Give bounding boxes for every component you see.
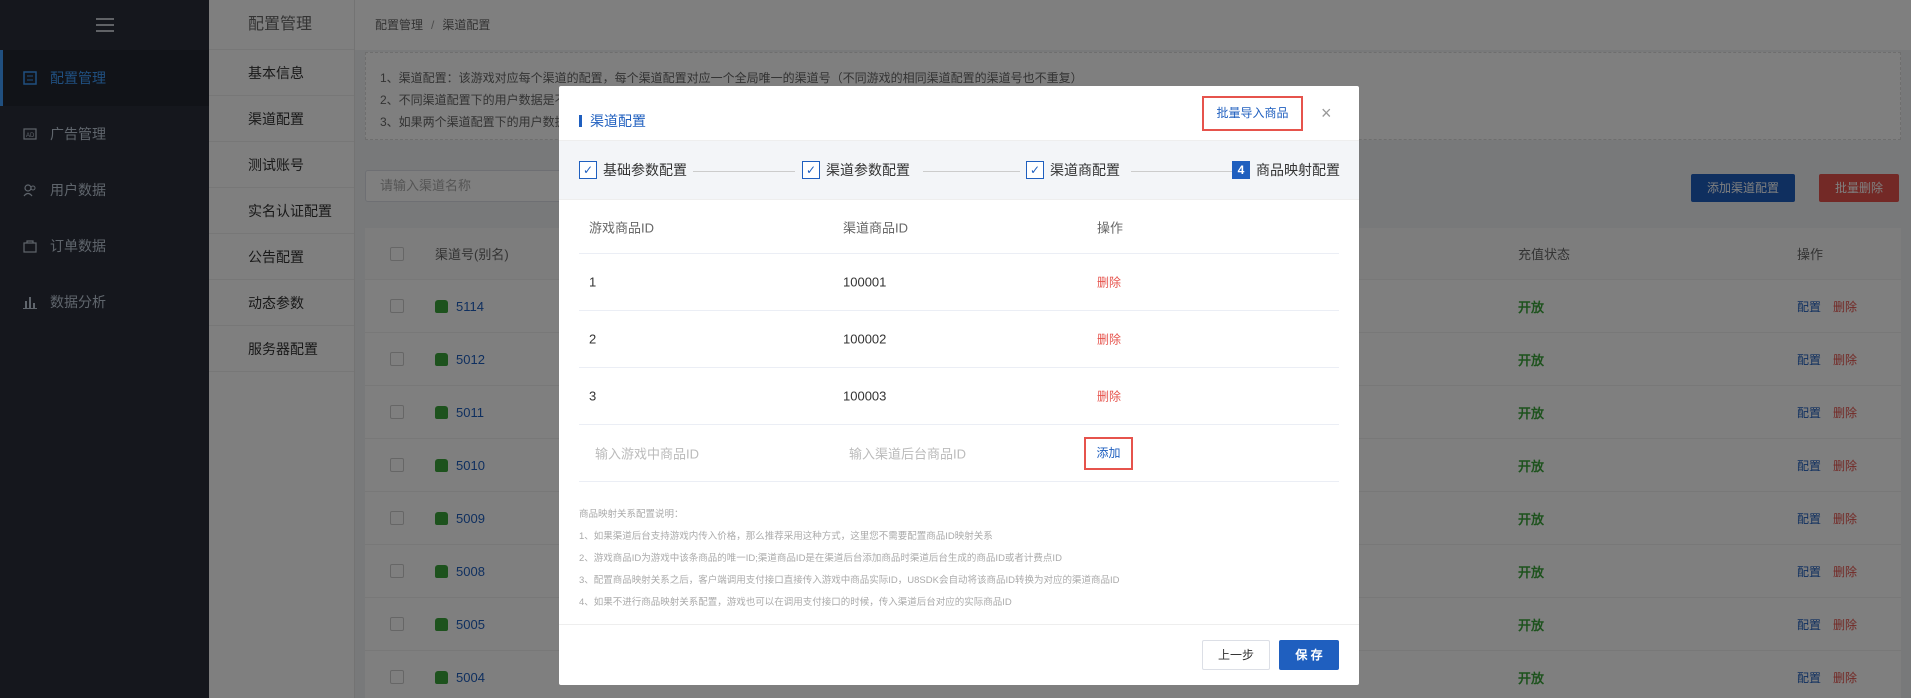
step-number: 4: [1232, 161, 1250, 179]
step-label: 基础参数配置: [603, 162, 687, 178]
col-channel-id: 渠道商品ID: [843, 220, 909, 235]
table-row: 2 100002 删除: [579, 311, 1339, 368]
delete-button[interactable]: 删除: [1097, 388, 1121, 405]
modal-title: 渠道配置: [579, 111, 646, 131]
mapping-input-row: 输入游戏中商品ID 输入渠道后台商品ID 添加: [579, 425, 1339, 482]
col-game-id: 游戏商品ID: [589, 220, 655, 235]
note-line: 1、如果渠道后台支持游戏内传入价格，那么推荐采用这种方式，这里您不需要配置商品I…: [579, 531, 993, 542]
step-product-mapping[interactable]: 4 商品映射配置: [1232, 160, 1340, 180]
step-label: 商品映射配置: [1256, 162, 1340, 178]
close-icon[interactable]: ×: [1321, 103, 1332, 124]
save-button[interactable]: 保 存: [1279, 640, 1339, 670]
channel-product-id: 100002: [843, 331, 887, 347]
step-indicator: ✓ 基础参数配置 ✓ 渠道参数配置 ✓ 渠道商配置 4 商品映射配置: [559, 140, 1359, 200]
mapping-notes: 商品映射关系配置说明： 1、如果渠道后台支持游戏内传入价格，那么推荐采用这种方式…: [579, 504, 1119, 614]
channel-config-modal: 渠道配置 批量导入商品 × ✓ 基础参数配置 ✓ 渠道参数配置 ✓ 渠道商配置 4 商品…: [559, 86, 1359, 685]
check-icon: ✓: [1026, 161, 1044, 179]
modal-title-text: 渠道配置: [590, 113, 646, 129]
channel-product-id: 100003: [843, 388, 887, 404]
modal-footer: 上一步 保 存: [559, 624, 1359, 685]
title-bar-decoration: [579, 115, 582, 127]
channel-product-id: 100001: [843, 274, 887, 290]
note-line: 商品映射关系配置说明：: [579, 509, 684, 520]
mapping-table: 游戏商品ID 渠道商品ID 操作 1 100001 删除 2 100002 删除…: [579, 200, 1339, 482]
batch-import-button[interactable]: 批量导入商品: [1202, 96, 1303, 131]
channel-product-id-input[interactable]: 输入渠道后台商品ID: [849, 444, 966, 463]
delete-button[interactable]: 删除: [1097, 331, 1121, 348]
game-product-id: 2: [589, 331, 597, 347]
table-row: 3 100003 删除: [579, 368, 1339, 425]
note-line: 3、配置商品映射关系之后，客户端调用支付接口直接传入游戏中商品实际ID，U8SD…: [579, 575, 1120, 586]
mapping-table-header: 游戏商品ID 渠道商品ID 操作: [579, 200, 1339, 254]
modal-header: 渠道配置 批量导入商品 ×: [559, 86, 1359, 140]
step-divider: [923, 171, 1020, 172]
step-channel-params[interactable]: ✓ 渠道参数配置: [802, 160, 910, 180]
step-divider: [1131, 171, 1237, 172]
game-product-id: 1: [589, 274, 597, 290]
step-divider: [693, 171, 795, 172]
check-icon: ✓: [579, 161, 597, 179]
game-product-id-input[interactable]: 输入游戏中商品ID: [595, 444, 699, 463]
step-label: 渠道参数配置: [826, 162, 910, 178]
note-line: 2、游戏商品ID为游戏中该条商品的唯一ID;渠道商品ID是在渠道后台添加商品时渠…: [579, 553, 1062, 564]
col-ops: 操作: [1097, 220, 1124, 235]
step-channel-vendor[interactable]: ✓ 渠道商配置: [1026, 160, 1120, 180]
add-button[interactable]: 添加: [1084, 437, 1133, 470]
prev-step-button[interactable]: 上一步: [1202, 640, 1270, 670]
check-icon: ✓: [802, 161, 820, 179]
note-line: 4、如果不进行商品映射关系配置，游戏也可以在调用支付接口的时候，传入渠道后台对应…: [579, 597, 1012, 608]
delete-button[interactable]: 删除: [1097, 274, 1121, 291]
table-row: 1 100001 删除: [579, 254, 1339, 311]
step-basic[interactable]: ✓ 基础参数配置: [579, 160, 687, 180]
step-label: 渠道商配置: [1050, 162, 1120, 178]
game-product-id: 3: [589, 388, 597, 404]
